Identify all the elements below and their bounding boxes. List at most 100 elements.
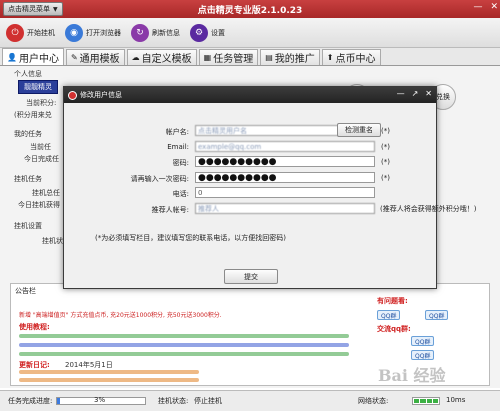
app-menu-label: 点击精灵菜单 xyxy=(8,5,50,13)
network-signal-icon xyxy=(412,397,440,405)
progress-label: 任务完成进度: xyxy=(8,397,53,405)
update-line-1 xyxy=(19,370,199,374)
today-hangup-label: 今日挂机获得 xyxy=(18,201,60,209)
required-mark: (*) xyxy=(381,127,390,135)
hangup-status-label: 挂机状态: xyxy=(158,397,189,405)
browser-icon: ◉ xyxy=(65,23,83,42)
tab-label: 自定义模板 xyxy=(141,54,192,65)
window-title: 点击精灵专业版2.1.0.23 xyxy=(197,5,303,16)
required-mark: (*) xyxy=(381,158,390,166)
tab-custom-template[interactable]: ☁ 自定义模板 xyxy=(126,49,197,65)
dialog-title-bar: 修改用户信息 xyxy=(64,87,436,103)
required-mark: (*) xyxy=(381,174,390,182)
points-note: (积分用来兑 xyxy=(14,111,52,119)
email-field[interactable]: example@qq.com xyxy=(195,141,375,152)
watermark: Bai 经验 xyxy=(378,366,446,385)
notice-line-1: 新增 "高端增值页" 方式充值点币, 充20元送1000积分, 充50元送300… xyxy=(19,312,222,319)
tab-bar: 👤 用户中心 ✎ 通用模板 ☁ 自定义模板 ▦ 任务管理 ▤ 我的推广 ⬆ 点币中心 xyxy=(0,48,500,66)
chat-group-label: 交流qq群: xyxy=(377,325,411,333)
upload-icon: ⬆ xyxy=(326,53,334,62)
password-label: 密码: xyxy=(172,159,189,167)
logo-sign: 靓靓精灵 xyxy=(18,80,58,94)
referrer-field[interactable]: 推荐人 xyxy=(195,203,375,214)
edit-user-info-dialog: 修改用户信息 — ↗ ✕ 帐户名: 点击精灵用户名 (*) 检测重名 Email… xyxy=(63,86,476,289)
title-bar: 点击精灵菜单 ▼ 点击精灵专业版2.1.0.23 — ✕ xyxy=(0,0,500,18)
referrer-hint: (推荐人将会获得额外积分哦！) xyxy=(380,205,477,213)
hangup-settings-heading: 挂机设置 xyxy=(14,222,42,230)
confirm-password-label: 请再输入一次密码: xyxy=(130,175,189,183)
close-button[interactable]: ✕ xyxy=(490,2,498,12)
referrer-label: 推荐人帐号: xyxy=(151,206,189,214)
restore-icon[interactable]: ↗ xyxy=(412,89,419,98)
submit-button[interactable]: 提交 xyxy=(224,269,278,284)
tab-general-template[interactable]: ✎ 通用模板 xyxy=(65,49,125,65)
faq-label: 有问题看: xyxy=(377,297,408,305)
required-mark: (*) xyxy=(381,143,390,151)
latency-value: 10ms xyxy=(446,396,466,404)
progress-fill xyxy=(57,398,60,404)
qq-group-button-4[interactable]: QQ群 xyxy=(411,350,435,360)
refresh-icon: ↻ xyxy=(131,23,149,42)
open-browser-label: 打开浏览器 xyxy=(86,28,121,37)
tab-my-promotion[interactable]: ▤ 我的推广 xyxy=(260,49,320,65)
network-status-label: 网络状态: xyxy=(358,397,389,405)
password-field[interactable]: ●●●●●●●●●● xyxy=(195,156,375,167)
tutorial-label: 使用教程: xyxy=(19,323,50,331)
hangup-status-value: 停止挂机 xyxy=(194,397,222,405)
tab-label: 我的推广 xyxy=(274,54,315,65)
today-done-label: 今日完成任 xyxy=(24,155,59,163)
email-label: Email: xyxy=(167,143,189,151)
tab-label: 任务管理 xyxy=(213,54,254,65)
update-date: 2014年5月1日 xyxy=(65,361,113,369)
close-icon[interactable]: ✕ xyxy=(425,89,432,98)
settings-label: 设置 xyxy=(211,28,225,37)
current-points-label: 当前积分: xyxy=(26,99,57,107)
notice-link-3[interactable] xyxy=(19,352,349,356)
qq-group-button[interactable]: QQ群 xyxy=(377,310,401,320)
tab-label: 点币中心 xyxy=(335,54,376,65)
phone-field[interactable]: 0 xyxy=(195,187,375,198)
app-menu-button[interactable]: 点击精灵菜单 ▼ xyxy=(3,2,63,16)
notice-link-2[interactable] xyxy=(19,343,349,347)
confirm-password-field[interactable]: ●●●●●●●●●● xyxy=(195,172,375,183)
check-duplicate-button[interactable]: 检测重名 xyxy=(337,123,381,137)
pencil-icon: ✎ xyxy=(70,53,78,62)
tab-user-center[interactable]: 👤 用户中心 xyxy=(2,48,64,65)
my-tasks-heading: 我的任务 xyxy=(14,130,42,138)
chevron-down-icon: ▼ xyxy=(53,5,58,13)
hangup-tasks-heading: 挂机任务 xyxy=(14,175,42,183)
open-browser-button[interactable]: ◉ 打开浏览器 xyxy=(65,23,121,42)
qq-group-button-3[interactable]: QQ群 xyxy=(411,336,435,346)
start-hangup-button[interactable]: ⏻ 开始挂机 xyxy=(6,23,55,42)
toolbar: ⏻ 开始挂机 ◉ 打开浏览器 ↻ 刷新信息 ⚙ 设置 xyxy=(0,18,500,48)
refresh-info-button[interactable]: ↻ 刷新信息 xyxy=(131,23,180,42)
tab-label: 用户中心 xyxy=(18,53,59,65)
start-hangup-label: 开始挂机 xyxy=(27,28,55,37)
account-name-label: 帐户名: xyxy=(165,128,189,136)
status-bar: 任务完成进度: 3% 挂机状态: 停止挂机 网络状态: 10ms xyxy=(0,390,500,411)
progress-percent: 3% xyxy=(94,396,106,404)
tab-coin-center[interactable]: ⬆ 点币中心 xyxy=(321,49,381,65)
tab-task-management[interactable]: ▦ 任务管理 xyxy=(198,49,259,65)
cloud-icon: ☁ xyxy=(131,53,140,62)
user-icon: 👤 xyxy=(7,52,17,62)
hangup-mode-label: 挂机状 xyxy=(42,237,63,245)
required-note: (*为必须填写栏目，建议填写您的联系电话，以方便找回密码) xyxy=(95,234,286,242)
list-icon: ▤ xyxy=(265,53,273,62)
minimize-icon[interactable]: — xyxy=(397,89,405,98)
app-logo-icon xyxy=(68,90,77,100)
qq-group-button-2[interactable]: QQ群 xyxy=(425,310,449,320)
personal-info-heading: 个人信息 xyxy=(14,70,42,78)
phone-label: 电话: xyxy=(172,190,189,198)
dialog-title: 修改用户信息 xyxy=(80,91,122,99)
refresh-info-label: 刷新信息 xyxy=(152,28,180,37)
hangup-total-label: 挂机总任 xyxy=(32,189,60,197)
notice-link-1[interactable] xyxy=(19,334,349,338)
settings-button[interactable]: ⚙ 设置 xyxy=(190,23,225,42)
update-log-label: 更新日记: xyxy=(19,361,50,369)
gear-icon: ⚙ xyxy=(190,23,208,42)
minimize-button[interactable]: — xyxy=(473,2,482,12)
grid-icon: ▦ xyxy=(203,53,212,62)
update-line-2 xyxy=(19,378,199,382)
current-task-label: 当前任 xyxy=(30,143,51,151)
